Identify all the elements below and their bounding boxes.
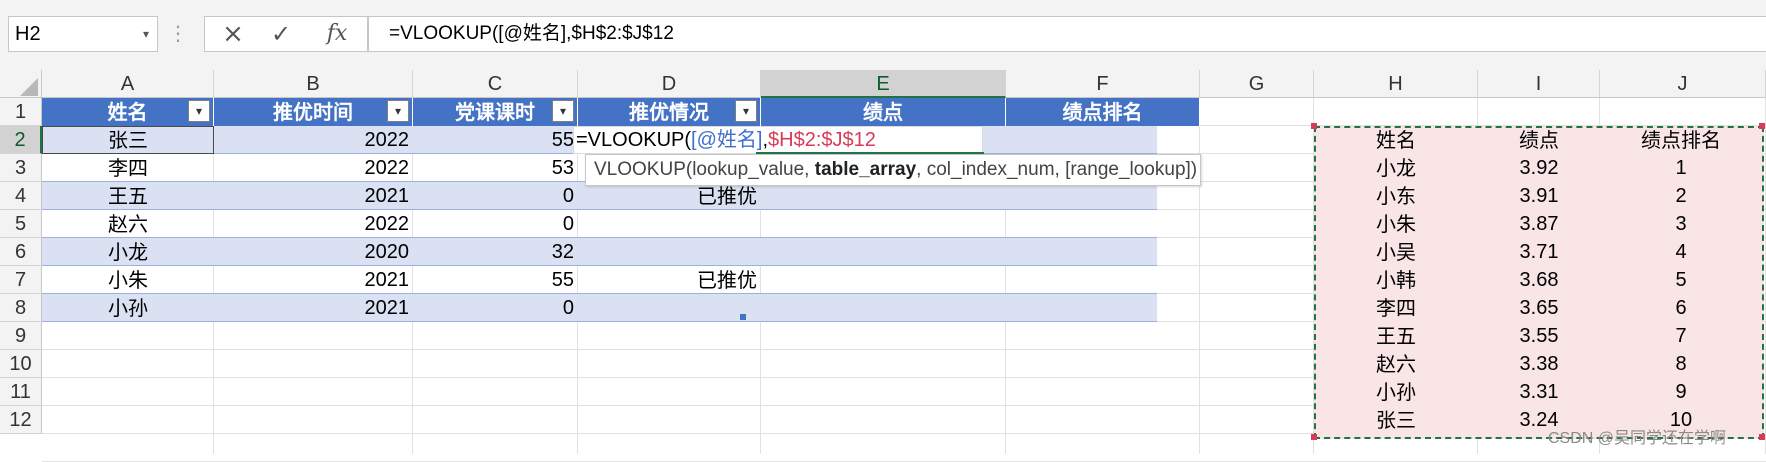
column-header-h[interactable]: H: [1314, 70, 1478, 98]
table-cell-year[interactable]: 2022: [214, 154, 413, 182]
range-handle[interactable]: [1759, 434, 1765, 440]
filter-dropdown-icon[interactable]: ▾: [735, 100, 757, 122]
column-header-f[interactable]: F: [1006, 70, 1200, 98]
row-header-7[interactable]: 7: [0, 266, 42, 294]
filter-dropdown-icon[interactable]: ▾: [188, 100, 210, 122]
table-cell-name[interactable]: 小孙: [42, 294, 214, 322]
gridline: [1199, 98, 1200, 454]
table-header-cell[interactable]: 推优情况: [578, 98, 761, 126]
watermark: CSDN @吴同学还在学啊: [1548, 430, 1727, 447]
table-cell-name[interactable]: 李四: [42, 154, 214, 182]
table-header-cell[interactable]: 绩点: [761, 98, 1006, 126]
table-header-cell[interactable]: 推优时间: [214, 98, 413, 126]
table-cell-status[interactable]: [578, 210, 761, 238]
cell-editor-text[interactable]: =VLOOKUP([@姓名],$H$2:$J$12: [576, 126, 876, 154]
column-header-e[interactable]: E: [761, 70, 1006, 98]
filter-dropdown-icon[interactable]: ▾: [387, 100, 409, 122]
row-header-9[interactable]: 9: [0, 322, 42, 350]
table-cell-hours[interactable]: 32: [413, 238, 578, 266]
more-icon[interactable]: ⋮: [168, 16, 188, 52]
column-header-g[interactable]: G: [1200, 70, 1314, 98]
row-header-8[interactable]: 8: [0, 294, 42, 322]
row-header-6[interactable]: 6: [0, 238, 42, 266]
table-cell-hours[interactable]: 53: [413, 154, 578, 182]
table-cell-hours[interactable]: 0: [413, 182, 578, 210]
function-tooltip[interactable]: VLOOKUP(lookup_value, table_array, col_i…: [585, 154, 1201, 186]
table-cell-name[interactable]: 王五: [42, 182, 214, 210]
range-handle[interactable]: [1311, 123, 1317, 129]
table-cell-status[interactable]: 已推优: [578, 266, 761, 294]
row-header-5[interactable]: 5: [0, 210, 42, 238]
table-cell-name[interactable]: 赵六: [42, 210, 214, 238]
formula-ref-name: [@姓名]: [691, 129, 763, 151]
row-header-11[interactable]: 11: [0, 378, 42, 406]
column-header-d[interactable]: D: [578, 70, 761, 98]
formula-buttons: × ✓ fx: [204, 16, 368, 52]
table-cell-year[interactable]: 2022: [214, 210, 413, 238]
filter-dropdown-icon[interactable]: ▾: [552, 100, 574, 122]
table-resize-handle[interactable]: [740, 314, 746, 320]
column-header-b[interactable]: B: [214, 70, 413, 98]
table-cell-hours[interactable]: 0: [413, 210, 578, 238]
active-cell-border[interactable]: [42, 126, 214, 154]
column-header-j[interactable]: J: [1600, 70, 1766, 98]
check-icon[interactable]: ✓: [261, 17, 301, 51]
row-header-3[interactable]: 3: [0, 154, 42, 182]
table-cell-status[interactable]: [578, 238, 761, 266]
range-handle[interactable]: [1311, 434, 1317, 440]
range-handle[interactable]: [1759, 123, 1765, 129]
column-header-a[interactable]: A: [42, 70, 214, 98]
row-header-4[interactable]: 4: [0, 182, 42, 210]
column-header-c[interactable]: C: [413, 70, 578, 98]
table-cell-hours[interactable]: 55: [413, 126, 578, 154]
row-header-2[interactable]: 2: [0, 126, 42, 154]
lookup-range-border: [1314, 126, 1764, 439]
table-cell-name[interactable]: 小龙: [42, 238, 214, 266]
table-cell-year[interactable]: 2021: [214, 182, 413, 210]
table-cell-year[interactable]: 2022: [214, 126, 413, 154]
select-all-icon: [20, 78, 38, 96]
column-header-i[interactable]: I: [1478, 70, 1600, 98]
table-cell-name[interactable]: 小朱: [42, 266, 214, 294]
row-header-10[interactable]: 10: [0, 350, 42, 378]
table-header-cell[interactable]: 绩点排名: [1006, 98, 1200, 126]
table-cell-year[interactable]: 2021: [214, 294, 413, 322]
insert-function-icon[interactable]: fx: [317, 17, 357, 51]
table-cell-hours[interactable]: 55: [413, 266, 578, 294]
row-header-1[interactable]: 1: [0, 98, 42, 126]
formula-input[interactable]: =VLOOKUP([@姓名],$H$2:$J$12: [368, 16, 1766, 52]
chevron-down-icon[interactable]: ▾: [136, 16, 156, 52]
row-header-12[interactable]: 12: [0, 406, 42, 434]
table-cell-status[interactable]: [578, 294, 761, 322]
table-cell-year[interactable]: 2020: [214, 238, 413, 266]
table-cell-status[interactable]: 已推优: [578, 182, 761, 210]
table-cell-hours[interactable]: 0: [413, 294, 578, 322]
table-cell-year[interactable]: 2021: [214, 266, 413, 294]
close-icon[interactable]: ×: [213, 17, 253, 51]
formula-ref-range: $H$2:$J$12: [768, 129, 876, 151]
